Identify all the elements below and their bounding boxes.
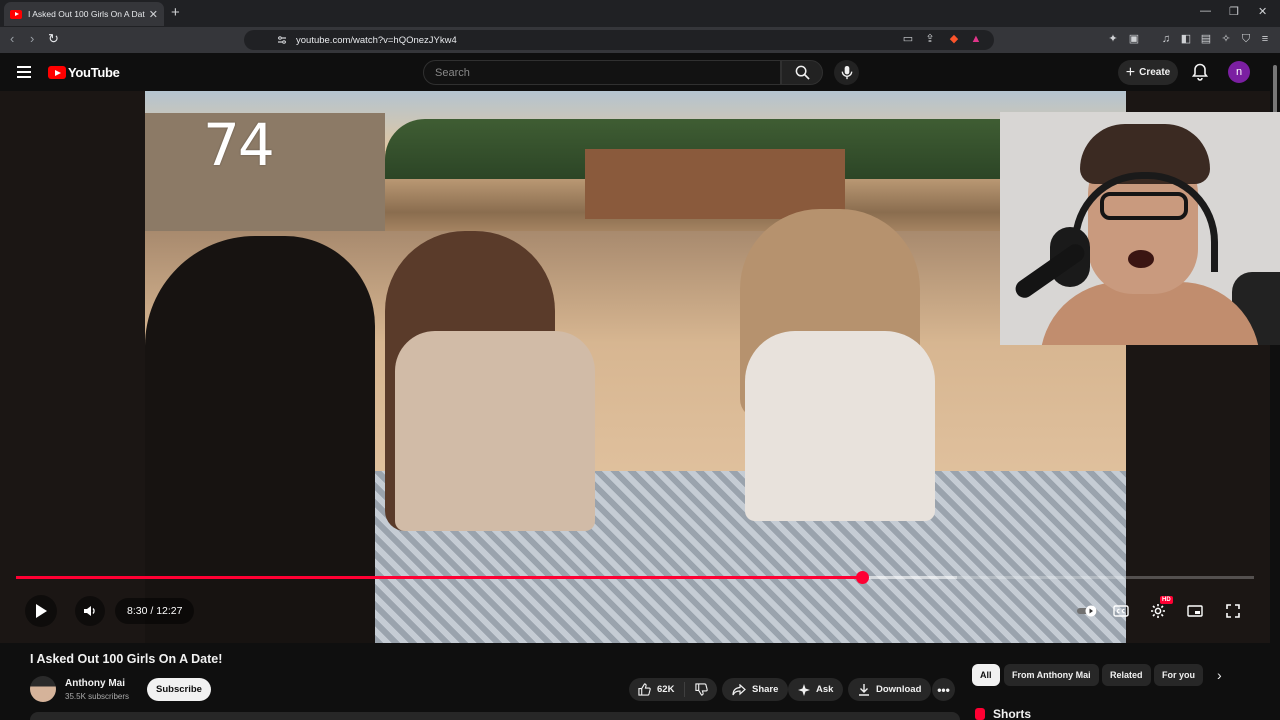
search-box[interactable] — [423, 60, 781, 85]
tab-close-icon[interactable]: ✕ — [149, 8, 158, 21]
youtube-play-logo-icon — [48, 66, 66, 79]
address-bar[interactable]: youtube.com/watch?v=hQOnezJYkw4 — [244, 30, 994, 50]
wallet-icon[interactable]: ▤ — [1200, 33, 1212, 45]
chevron-right-icon[interactable]: › — [1217, 667, 1222, 683]
youtube-masthead: YouTube + Create n — [0, 53, 1270, 91]
dislike-button[interactable] — [685, 683, 717, 696]
shorts-shelf-header: Shorts — [975, 707, 1031, 720]
channel-name[interactable]: Anthony Mai — [65, 678, 125, 689]
brave-shields-icon[interactable]: ◆ — [948, 33, 960, 45]
create-button[interactable]: + Create — [1118, 60, 1178, 85]
back-icon[interactable]: ‹ — [10, 31, 14, 46]
thumbs-down-icon — [694, 683, 708, 696]
window-close-icon[interactable]: ✕ — [1258, 5, 1267, 18]
played-bar — [16, 576, 862, 579]
leo-ai-icon[interactable]: ✧ — [1220, 33, 1232, 45]
notifications-button[interactable] — [1191, 63, 1209, 86]
ask-label: Ask — [816, 684, 834, 695]
plus-icon: + — [1125, 63, 1136, 81]
vpn-icon[interactable]: ⛉ — [1240, 33, 1252, 45]
share-button[interactable]: Share — [722, 678, 789, 701]
miniplayer-icon — [1187, 605, 1203, 617]
video-title: I Asked Out 100 Girls On A Date! — [30, 652, 223, 666]
logo-text: YouTube — [68, 65, 120, 80]
ask-button[interactable]: Ask — [788, 678, 844, 701]
bell-icon — [1191, 63, 1209, 81]
play-button[interactable] — [25, 595, 57, 627]
new-tab-icon[interactable]: + — [171, 4, 180, 21]
thumbs-up-icon — [638, 683, 651, 696]
chip-from-anthony-mai[interactable]: From Anthony Mai — [1004, 664, 1099, 686]
channel-avatar[interactable] — [30, 676, 56, 702]
chip-all[interactable]: All — [972, 664, 1000, 686]
autoplay-toggle[interactable] — [1073, 596, 1103, 626]
like-dislike-group: 62K — [629, 678, 717, 701]
like-button[interactable]: 62K — [629, 682, 685, 697]
site-settings-icon[interactable] — [277, 35, 287, 45]
shorts-icon — [975, 708, 985, 720]
minimize-icon[interactable]: — — [1200, 5, 1211, 17]
miniplayer-button[interactable] — [1180, 596, 1210, 626]
scrubber-handle[interactable] — [855, 571, 869, 584]
share-page-icon[interactable]: ⇪ — [924, 33, 936, 45]
forward-icon[interactable]: › — [30, 31, 34, 46]
youtube-favicon-icon — [10, 9, 22, 19]
fullscreen-icon — [1226, 604, 1240, 618]
url-text: youtube.com/watch?v=hQOnezJYkw4 — [296, 34, 457, 46]
search-input[interactable] — [435, 66, 780, 79]
play-icon — [36, 604, 47, 618]
share-label: Share — [752, 684, 779, 695]
guide-menu-icon[interactable] — [17, 66, 31, 78]
cast-icon[interactable]: ▭ — [902, 33, 914, 45]
share-icon — [732, 683, 746, 695]
download-label: Download — [876, 684, 922, 695]
microphone-icon — [841, 65, 852, 80]
create-label: Create — [1139, 67, 1171, 78]
video-frame[interactable]: 74 — [145, 91, 1126, 643]
tab-search-icon[interactable]: ▣ — [1128, 33, 1140, 45]
chip-related[interactable]: Related — [1102, 664, 1151, 686]
reload-icon[interactable]: ↻ — [48, 31, 59, 47]
download-button[interactable]: Download — [848, 678, 932, 701]
video-overlay-counter: 74 — [203, 111, 275, 179]
extensions-icon[interactable]: ✦ — [1107, 33, 1119, 45]
more-actions-button[interactable]: ••• — [932, 678, 955, 701]
gear-icon — [1151, 604, 1165, 618]
progress-bar[interactable] — [16, 571, 1254, 584]
like-count: 62K — [657, 684, 675, 695]
chip-for-you[interactable]: For you — [1154, 664, 1203, 686]
volume-icon — [84, 606, 95, 616]
facecam-overlay — [1000, 112, 1280, 345]
brave-rewards-icon[interactable]: ▲ — [970, 33, 982, 45]
tab-title: I Asked Out 100 Girls On A Date — [28, 9, 145, 19]
browser-tab[interactable]: I Asked Out 100 Girls On A Date ✕ — [4, 2, 164, 26]
sidebar-icon[interactable]: ◧ — [1180, 33, 1192, 45]
more-horizontal-icon: ••• — [937, 682, 950, 697]
browser-menu-icon[interactable]: ≡ — [1259, 33, 1271, 45]
mute-button[interactable] — [75, 596, 105, 626]
media-icon[interactable]: ♫ — [1160, 33, 1172, 45]
voice-search-button[interactable] — [834, 60, 859, 85]
shorts-title: Shorts — [993, 707, 1032, 720]
restore-icon[interactable]: ❐ — [1229, 5, 1239, 18]
search-button[interactable] — [781, 60, 823, 85]
subscribe-button[interactable]: Subscribe — [147, 678, 211, 701]
captions-button[interactable] — [1106, 596, 1136, 626]
account-avatar[interactable]: n — [1228, 61, 1250, 83]
download-icon — [859, 684, 869, 696]
description-box[interactable] — [30, 712, 960, 720]
captions-icon — [1113, 605, 1129, 617]
time-display: 8:30 / 12:27 — [115, 598, 195, 624]
browser-toolbar: ‹ › ↻ youtube.com/watch?v=hQOnezJYkw4 ▭ … — [0, 27, 1280, 53]
search-icon — [795, 65, 810, 80]
browser-tab-bar: I Asked Out 100 Girls On A Date ✕ + — ❐ … — [0, 0, 1280, 27]
hd-badge: HD — [1160, 596, 1173, 604]
subscriber-count: 35.5K subscribers — [65, 692, 130, 701]
fullscreen-button[interactable] — [1218, 596, 1248, 626]
sparkle-icon — [798, 683, 810, 696]
autoplay-icon — [1077, 605, 1097, 617]
youtube-logo[interactable]: YouTube — [48, 65, 120, 80]
